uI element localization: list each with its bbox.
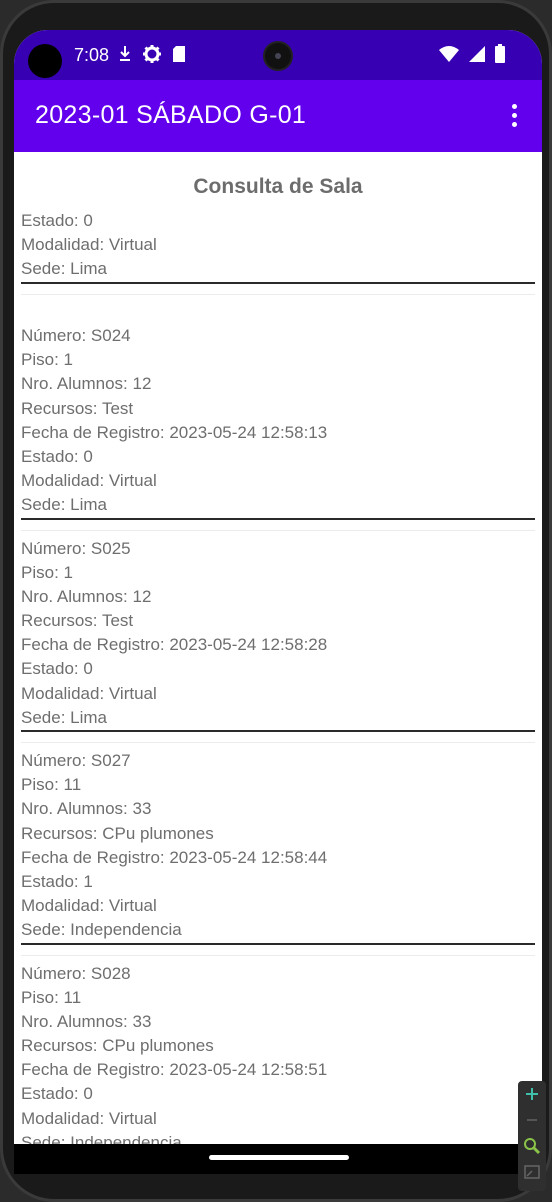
estado-text: Estado: 1 bbox=[21, 871, 93, 891]
item-separator bbox=[21, 742, 535, 743]
recursos-text: Recursos: Test bbox=[21, 398, 134, 418]
more-vert-icon[interactable] bbox=[508, 104, 520, 128]
modalidad-text: Modalidad: Virtual bbox=[21, 1108, 157, 1128]
estado-text: Estado: 0 bbox=[21, 1084, 93, 1104]
piso-text: Piso: 1 bbox=[21, 562, 73, 582]
content-scroll[interactable]: Consulta de Sala Estado: 0 Modalidad: Vi… bbox=[14, 152, 542, 1144]
alumnos-text: Nro. Alumnos: 33 bbox=[21, 799, 152, 819]
front-camera-left bbox=[28, 44, 62, 78]
list-item[interactable]: Número: S028 Piso: 11 Nro. Alumnos: 33 R… bbox=[21, 962, 535, 1145]
alumnos-text: Nro. Alumnos: 12 bbox=[21, 374, 152, 394]
item-separator bbox=[21, 954, 535, 956]
app-bar: 2023-01 SÁBADO G-01 bbox=[14, 80, 542, 152]
piso-text: Piso: 11 bbox=[21, 775, 82, 795]
battery-icon bbox=[495, 44, 505, 63]
card-divider bbox=[21, 281, 535, 284]
front-camera-center bbox=[263, 41, 293, 71]
modalidad-text: Modalidad: Virtual bbox=[21, 235, 157, 255]
recursos-text: Recursos: CPu plumones bbox=[21, 1036, 214, 1056]
status-time: 7:08 bbox=[74, 45, 110, 65]
sd-card-icon bbox=[173, 46, 185, 62]
device-frame: 7:08 2023-01 SÁBADO G-01 Consulta de Sal… bbox=[0, 0, 552, 1202]
fecha-text: Fecha de Registro: 2023-05-24 12:58:51 bbox=[21, 1060, 328, 1080]
emulator-zoom-controls bbox=[518, 1081, 546, 1191]
sede-text: Sede: Lima bbox=[21, 495, 107, 515]
recursos-text: Recursos: Test bbox=[21, 611, 134, 631]
list-item[interactable]: Número: S027 Piso: 11 Nro. Alumnos: 33 R… bbox=[21, 749, 535, 956]
sede-text: Sede: Lima bbox=[21, 259, 107, 279]
alumnos-text: Nro. Alumnos: 12 bbox=[21, 586, 152, 606]
alumnos-text: Nro. Alumnos: 33 bbox=[21, 1011, 152, 1031]
device-screen: 7:08 2023-01 SÁBADO G-01 Consulta de Sal… bbox=[14, 30, 542, 1174]
modalidad-text: Modalidad: Virtual bbox=[21, 471, 157, 491]
numero-text: Número: S027 bbox=[21, 751, 131, 770]
estado-text: Estado: 0 bbox=[21, 446, 93, 466]
list-item[interactable]: Estado: 0 Modalidad: Virtual Sede: Lima bbox=[21, 209, 535, 301]
app-bar-title: 2023-01 SÁBADO G-01 bbox=[35, 101, 307, 129]
zoom-out-icon[interactable] bbox=[518, 1107, 546, 1133]
numero-text: Número: S028 bbox=[21, 963, 131, 983]
piso-text: Piso: 1 bbox=[21, 350, 73, 370]
download-icon bbox=[120, 46, 130, 61]
home-gesture-handle[interactable] bbox=[209, 1155, 349, 1160]
recursos-text: Recursos: CPu plumones bbox=[21, 823, 214, 843]
sede-text: Sede: Independencia bbox=[21, 1132, 182, 1144]
magnifier-icon[interactable] bbox=[518, 1133, 546, 1159]
fecha-text: Fecha de Registro: 2023-05-24 12:58:28 bbox=[21, 635, 328, 655]
status-bar: 7:08 bbox=[14, 30, 542, 80]
numero-text: Número: S024 bbox=[21, 326, 131, 345]
page-title: Consulta de Sala bbox=[193, 175, 363, 198]
screen-icon[interactable] bbox=[518, 1159, 546, 1185]
card-divider bbox=[21, 517, 535, 520]
list-item[interactable]: Número: S024 Piso: 1 Nro. Alumnos: 12 Re… bbox=[21, 324, 535, 531]
fecha-text: Fecha de Registro: 2023-05-24 12:58:44 bbox=[21, 847, 328, 867]
item-separator bbox=[21, 293, 535, 295]
modalidad-text: Modalidad: Virtual bbox=[21, 683, 157, 703]
list-item[interactable]: Número: S025 Piso: 1 Nro. Alumnos: 12 Re… bbox=[21, 537, 535, 743]
card-divider bbox=[21, 942, 535, 945]
navigation-bar bbox=[14, 1144, 542, 1174]
zoom-in-icon[interactable] bbox=[518, 1081, 546, 1107]
signal-icon bbox=[469, 46, 485, 62]
settings-icon bbox=[143, 45, 161, 63]
estado-text: Estado: 0 bbox=[21, 659, 93, 679]
sede-text: Sede: Lima bbox=[21, 707, 107, 727]
wifi-icon bbox=[439, 46, 459, 62]
fecha-text: Fecha de Registro: 2023-05-24 12:58:13 bbox=[21, 422, 328, 442]
numero-text: Número: S025 bbox=[21, 538, 131, 558]
item-separator bbox=[21, 529, 535, 531]
piso-text: Piso: 11 bbox=[21, 987, 82, 1007]
modalidad-text: Modalidad: Virtual bbox=[21, 896, 157, 916]
card-divider bbox=[21, 730, 535, 732]
estado-text: Estado: 0 bbox=[21, 211, 93, 230]
sede-text: Sede: Independencia bbox=[21, 920, 182, 940]
sala-list: Número: S024 Piso: 1 Nro. Alumnos: 12 Re… bbox=[21, 324, 535, 1144]
